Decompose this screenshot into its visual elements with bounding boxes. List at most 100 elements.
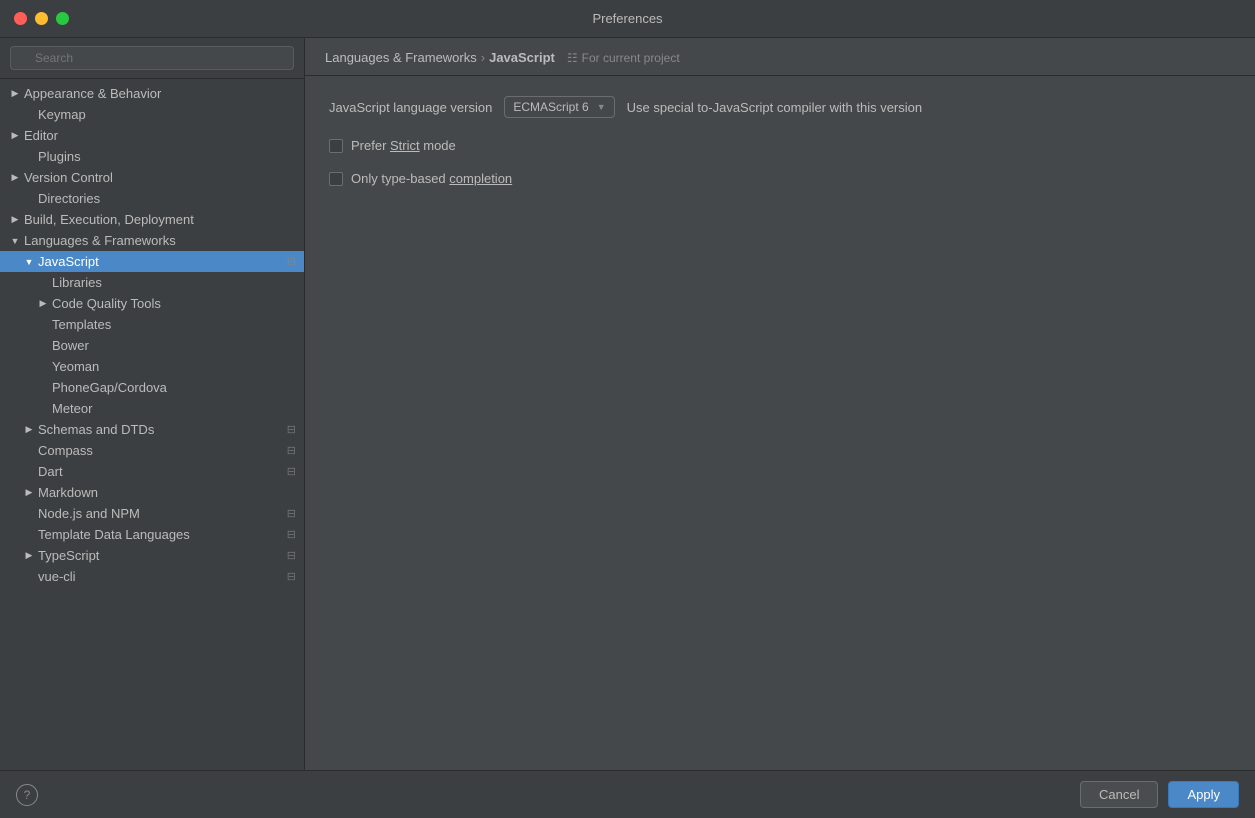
sidebar-item-templates[interactable]: Templates [0, 314, 304, 335]
sidebar-item-code-quality-tools[interactable]: ▶Code Quality Tools [0, 293, 304, 314]
sidebar-item-vue-cli[interactable]: vue-cli ⊟ [0, 566, 304, 587]
settings-badge-icon: ⊟ [287, 444, 296, 457]
expand-arrow-icon: ▶ [22, 486, 36, 500]
sidebar-item-template-data-languages[interactable]: Template Data Languages ⊟ [0, 524, 304, 545]
sidebar-item-label: Yeoman [52, 359, 296, 374]
sidebar-item-label: Editor [24, 128, 296, 143]
footer-left: ? [16, 784, 38, 806]
sidebar-item-label: PhoneGap/Cordova [52, 380, 296, 395]
expand-arrow-icon [22, 150, 36, 164]
sidebar-item-label: Plugins [38, 149, 296, 164]
js-version-label: JavaScript language version [329, 100, 492, 115]
sidebar-item-compass[interactable]: Compass ⊟ [0, 440, 304, 461]
window-controls [14, 12, 69, 25]
expand-arrow-icon [22, 528, 36, 542]
settings-badge-icon: ⊟ [287, 507, 296, 520]
sidebar-item-label: Languages & Frameworks [24, 233, 296, 248]
sidebar-item-meteor[interactable]: Meteor [0, 398, 304, 419]
expand-arrow-icon [36, 318, 50, 332]
close-button[interactable] [14, 12, 27, 25]
search-input[interactable] [10, 46, 294, 70]
sidebar-item-editor[interactable]: ▶Editor [0, 125, 304, 146]
sidebar-item-directories[interactable]: Directories [0, 188, 304, 209]
expand-arrow-icon: ▼ [22, 255, 36, 269]
sidebar-item-label: TypeScript [38, 548, 283, 563]
js-version-value: ECMAScript 6 [513, 100, 588, 114]
sidebar-item-languages-frameworks[interactable]: ▼Languages & Frameworks [0, 230, 304, 251]
expand-arrow-icon: ▶ [8, 213, 22, 227]
cancel-button[interactable]: Cancel [1080, 781, 1158, 808]
sidebar-item-schemas-dtds[interactable]: ▶Schemas and DTDs⊟ [0, 419, 304, 440]
content-panel: Languages & Frameworks › JavaScript ☷ Fo… [305, 38, 1255, 770]
js-version-dropdown[interactable]: ECMAScript 6 ▼ [504, 96, 614, 118]
breadcrumb-separator: › [481, 50, 485, 65]
breadcrumb: Languages & Frameworks › JavaScript ☷ Fo… [325, 50, 1235, 65]
sidebar-item-bower[interactable]: Bower [0, 335, 304, 356]
sidebar-item-label: Templates [52, 317, 296, 332]
settings-badge-icon: ⊟ [287, 528, 296, 541]
type-based-completion-label: Only type-based completion [351, 171, 512, 186]
search-container: ⚲ [0, 38, 304, 79]
help-button[interactable]: ? [16, 784, 38, 806]
settings-badge-icon: ⊟ [287, 570, 296, 583]
expand-arrow-icon [36, 360, 50, 374]
expand-arrow-icon [22, 507, 36, 521]
expand-arrow-icon [22, 465, 36, 479]
js-version-row: JavaScript language version ECMAScript 6… [329, 96, 1231, 118]
sidebar-item-label: Template Data Languages [38, 527, 283, 542]
sidebar-item-javascript[interactable]: ▼JavaScript⊟ [0, 251, 304, 272]
footer-right: Cancel Apply [1080, 781, 1239, 808]
minimize-button[interactable] [35, 12, 48, 25]
content-header: Languages & Frameworks › JavaScript ☷ Fo… [305, 38, 1255, 76]
sidebar-item-build-execution[interactable]: ▶Build, Execution, Deployment [0, 209, 304, 230]
breadcrumb-part2: JavaScript [489, 50, 555, 65]
expand-arrow-icon [22, 192, 36, 206]
strict-mode-checkbox[interactable] [329, 139, 343, 153]
sidebar-item-phonegap-cordova[interactable]: PhoneGap/Cordova [0, 377, 304, 398]
sidebar-item-markdown[interactable]: ▶Markdown [0, 482, 304, 503]
expand-arrow-icon: ▼ [8, 234, 22, 248]
window-title: Preferences [592, 11, 662, 26]
sidebar-item-yeoman[interactable]: Yeoman [0, 356, 304, 377]
maximize-button[interactable] [56, 12, 69, 25]
sidebar-item-libraries[interactable]: Libraries [0, 272, 304, 293]
footer: ? Cancel Apply [0, 770, 1255, 818]
sidebar-item-label: Code Quality Tools [52, 296, 296, 311]
sidebar-item-plugins[interactable]: Plugins [0, 146, 304, 167]
sidebar-item-nodejs-npm[interactable]: Node.js and NPM ⊟ [0, 503, 304, 524]
sidebar-item-label: Compass [38, 443, 283, 458]
settings-badge-icon: ⊟ [287, 549, 296, 562]
expand-arrow-icon [36, 402, 50, 416]
expand-arrow-icon [36, 381, 50, 395]
sidebar-item-label: Directories [38, 191, 296, 206]
expand-arrow-icon: ▶ [36, 297, 50, 311]
sidebar-item-label: Version Control [24, 170, 296, 185]
breadcrumb-part1: Languages & Frameworks [325, 50, 477, 65]
project-badge: ☷ For current project [567, 51, 680, 65]
expand-arrow-icon: ▶ [8, 87, 22, 101]
search-wrapper: ⚲ [10, 46, 294, 70]
content-body: JavaScript language version ECMAScript 6… [305, 76, 1255, 770]
sidebar-item-label: Node.js and NPM [38, 506, 283, 521]
strict-mode-row: Prefer Strict mode [329, 138, 1231, 153]
project-label: For current project [582, 51, 680, 65]
sidebar-item-label: vue-cli [38, 569, 283, 584]
settings-badge-icon: ⊟ [287, 255, 296, 268]
strict-mode-label: Prefer Strict mode [351, 138, 456, 153]
sidebar-item-appearance-behavior[interactable]: ▶Appearance & Behavior [0, 83, 304, 104]
sidebar-item-version-control[interactable]: ▶Version Control [0, 167, 304, 188]
sidebar-item-typescript[interactable]: ▶TypeScript ⊟ [0, 545, 304, 566]
sidebar-tree: ▶Appearance & BehaviorKeymap▶EditorPlugi… [0, 79, 304, 770]
sidebar-item-label: Appearance & Behavior [24, 86, 296, 101]
main-layout: ⚲ ▶Appearance & BehaviorKeymap▶EditorPlu… [0, 38, 1255, 770]
expand-arrow-icon: ▶ [22, 423, 36, 437]
type-based-completion-checkbox[interactable] [329, 172, 343, 186]
sidebar-item-label: Markdown [38, 485, 296, 500]
sidebar-item-label: Bower [52, 338, 296, 353]
apply-button[interactable]: Apply [1168, 781, 1239, 808]
sidebar-item-label: Dart [38, 464, 283, 479]
expand-arrow-icon: ▶ [22, 549, 36, 563]
sidebar-item-dart[interactable]: Dart⊟ [0, 461, 304, 482]
expand-arrow-icon [22, 108, 36, 122]
sidebar-item-keymap[interactable]: Keymap [0, 104, 304, 125]
